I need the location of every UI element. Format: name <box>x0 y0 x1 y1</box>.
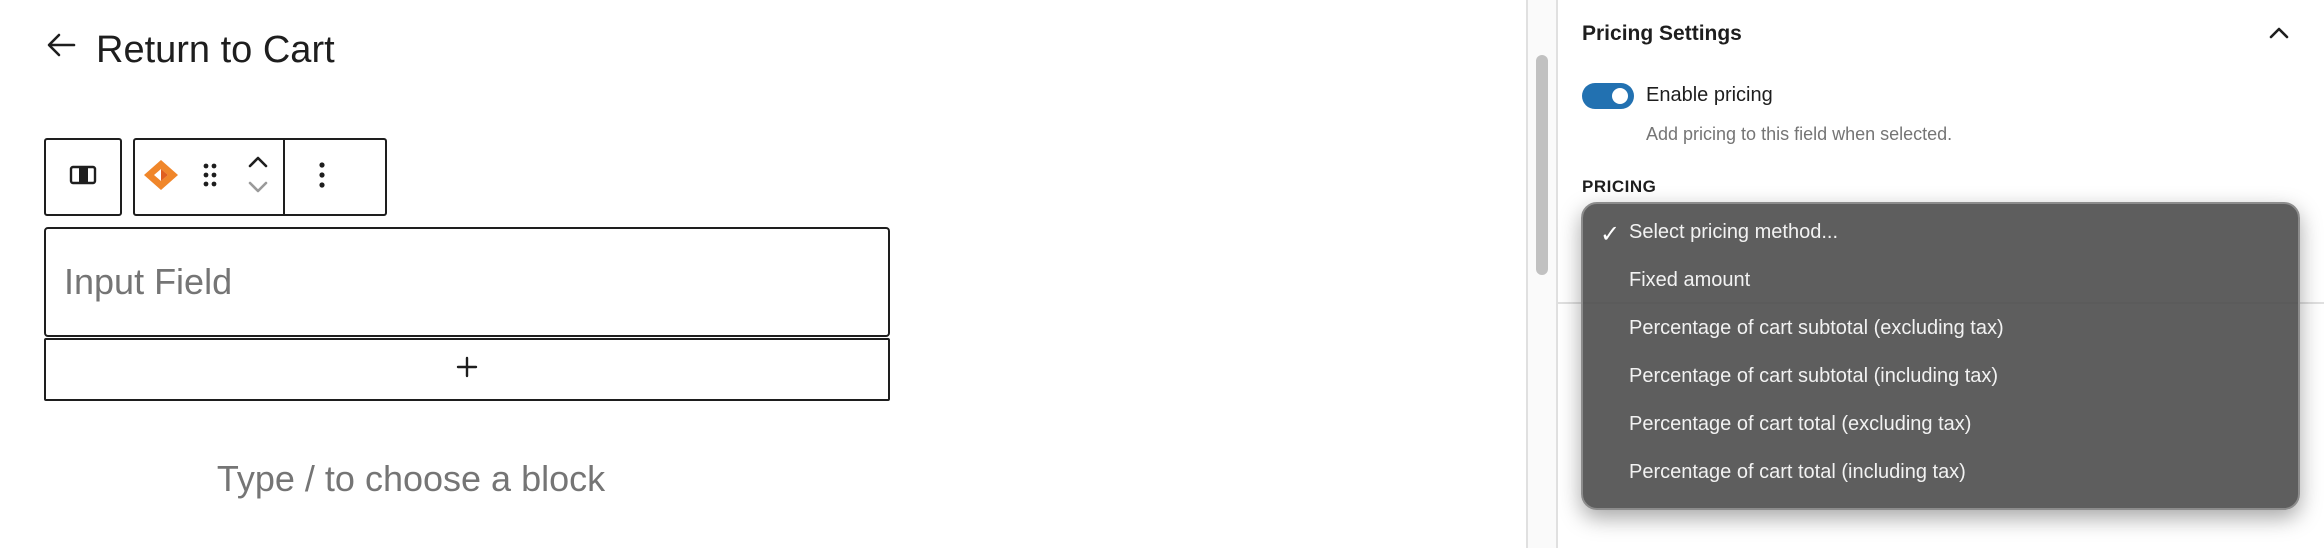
select-parent-icon <box>69 164 97 191</box>
input-field-block[interactable]: Input Field <box>44 227 890 337</box>
pricing-option-select[interactable]: Select pricing method... <box>1629 221 1838 244</box>
move-buttons <box>233 140 283 214</box>
pricing-section-label: PRICING <box>1582 177 1657 196</box>
plugin-logo-icon <box>142 158 180 197</box>
arrow-left-icon <box>44 28 78 72</box>
enable-pricing-label[interactable]: Enable pricing <box>1646 84 1773 107</box>
pricing-option-subtotal-excl-tax[interactable]: Percentage of cart subtotal (excluding t… <box>1629 317 2004 340</box>
enable-pricing-help: Add pricing to this field when selected. <box>1646 124 1953 144</box>
panel-title[interactable]: Pricing Settings <box>1582 22 1742 46</box>
pricing-option-subtotal-incl-tax[interactable]: Percentage of cart subtotal (including t… <box>1629 365 1998 388</box>
more-options-icon <box>318 161 326 194</box>
input-field-label: Input Field <box>64 261 233 302</box>
toggle-knob <box>1612 88 1628 104</box>
block-toolbar <box>133 138 387 216</box>
pricing-option-total-incl-tax[interactable]: Percentage of cart total (including tax) <box>1629 461 1966 484</box>
editor-scrollbar-thumb[interactable] <box>1536 55 1548 275</box>
collapse-panel-button[interactable] <box>2262 18 2296 52</box>
select-parent-button[interactable] <box>44 138 122 216</box>
plugin-logo-button[interactable] <box>135 140 187 214</box>
add-block-button[interactable] <box>44 338 890 401</box>
plus-icon <box>456 356 478 383</box>
block-placeholder-prompt[interactable]: Type / to choose a block <box>44 458 778 500</box>
drag-handle-icon <box>202 161 218 194</box>
chevron-up-icon <box>2268 26 2290 45</box>
pricing-option-fixed-amount[interactable]: Fixed amount <box>1629 269 1750 292</box>
move-down-icon[interactable] <box>247 180 269 199</box>
pricing-option-total-excl-tax[interactable]: Percentage of cart total (excluding tax) <box>1629 413 1971 436</box>
move-up-icon[interactable] <box>247 155 269 174</box>
return-to-cart-label: Return to Cart <box>96 28 335 71</box>
drag-handle-button[interactable] <box>187 140 233 214</box>
checkmark-icon: ✓ <box>1600 221 1621 248</box>
more-options-button[interactable] <box>285 140 359 214</box>
return-to-cart-link[interactable]: Return to Cart <box>44 22 335 78</box>
